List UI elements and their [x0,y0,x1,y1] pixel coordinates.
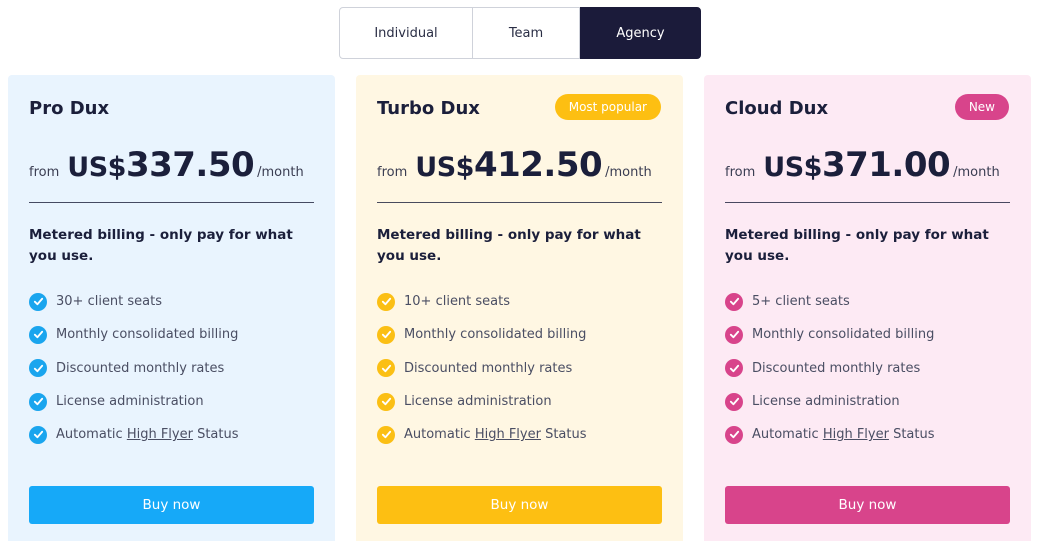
check-icon [377,359,395,378]
tab-agency[interactable]: Agency [580,7,701,59]
price-value: 337.50 [125,145,255,185]
feature-item: Monthly consolidated billing [29,318,239,351]
feature-item: License administration [725,385,935,418]
price-period: /month [953,165,1000,180]
check-icon [29,425,47,444]
check-icon [725,392,743,411]
price-row: from US$371.00 /month [725,145,1000,185]
feature-label: License administration [752,394,900,410]
buy-now-button[interactable]: Buy now [377,486,662,524]
check-icon [377,292,395,311]
feature-item: License administration [29,385,239,418]
billing-description: Metered billing - only pay for what you … [377,227,641,264]
price-row: from US$337.50 /month [29,145,304,185]
feature-item: Discounted monthly rates [725,352,935,385]
feature-item: Discounted monthly rates [377,352,587,385]
status-suffix: Status [540,427,587,443]
high-flyer-link[interactable]: High Flyer [475,427,541,442]
feature-label: License administration [404,394,552,410]
plan-card-turbo-dux: Turbo Dux Most popular from US$412.50 /m… [356,75,683,541]
feature-item: Automatic High Flyer Status [377,418,587,451]
feature-item: Monthly consolidated billing [725,318,935,351]
feature-item: Automatic High Flyer Status [725,418,935,451]
high-flyer-link[interactable]: High Flyer [823,427,889,442]
billing-description: Metered billing - only pay for what you … [725,227,989,264]
check-icon [29,359,47,378]
check-icon [725,325,743,344]
price-row: from US$412.50 /month [377,145,652,185]
buy-now-button[interactable]: Buy now [29,486,314,524]
status-prefix: Automatic [404,427,475,443]
new-badge: New [954,94,1009,120]
check-icon [377,392,395,411]
price-currency: US$ [415,152,474,183]
feature-label: Monthly consolidated billing [56,327,239,343]
status-suffix: Status [192,427,239,443]
feature-label: 10+ client seats [404,294,511,310]
plan-card-cloud-dux: Cloud Dux New from US$371.00 /month Mete… [704,75,1031,541]
feature-item: 30+ client seats [29,285,239,318]
feature-label: 5+ client seats [752,294,850,310]
price-amount: US$371.00 [763,145,950,185]
check-icon [725,425,743,444]
check-icon [29,292,47,311]
status-prefix: Automatic [56,427,127,443]
check-icon [725,359,743,378]
feature-label: Monthly consolidated billing [404,327,587,343]
feature-list: 10+ client seats Monthly consolidated bi… [377,285,587,451]
feature-item: Automatic High Flyer Status [29,418,239,451]
check-icon [377,425,395,444]
feature-label: License administration [56,394,204,410]
plan-card-pro-dux: Pro Dux from US$337.50 /month Metered bi… [8,75,335,541]
high-flyer-link[interactable]: High Flyer [127,427,193,442]
check-icon [29,325,47,344]
plan-name: Pro Dux [29,98,110,119]
tab-individual[interactable]: Individual [339,7,473,59]
price-from-label: from [29,165,60,180]
status-suffix: Status [888,427,935,443]
status-prefix: Automatic [752,427,823,443]
price-currency: US$ [67,152,126,183]
billing-description: Metered billing - only pay for what you … [29,227,293,264]
price-value: 371.00 [821,145,951,185]
tab-team[interactable]: Team [473,7,580,59]
most-popular-badge: Most popular [554,94,661,120]
price-amount: US$412.50 [415,145,602,185]
price-period: /month [605,165,652,180]
feature-label: Automatic High Flyer Status [752,427,935,442]
price-currency: US$ [763,152,822,183]
price-from-label: from [377,165,408,180]
feature-list: 5+ client seats Monthly consolidated bil… [725,285,935,451]
feature-label: Discounted monthly rates [752,360,921,376]
check-icon [29,392,47,411]
feature-item: Discounted monthly rates [29,352,239,385]
feature-label: Automatic High Flyer Status [404,427,587,442]
feature-item: 5+ client seats [725,285,935,318]
buy-now-button[interactable]: Buy now [725,486,1010,524]
plan-name: Turbo Dux [377,98,480,119]
divider [29,202,314,203]
feature-list: 30+ client seats Monthly consolidated bi… [29,285,239,451]
feature-item: 10+ client seats [377,285,587,318]
feature-label: Automatic High Flyer Status [56,427,239,442]
check-icon [377,325,395,344]
feature-label: Monthly consolidated billing [752,327,935,343]
check-icon [725,292,743,311]
feature-item: License administration [377,385,587,418]
feature-label: Discounted monthly rates [56,360,225,376]
feature-label: 30+ client seats [56,294,163,310]
price-period: /month [257,165,304,180]
price-from-label: from [725,165,756,180]
divider [377,202,662,203]
feature-label: Discounted monthly rates [404,360,573,376]
divider [725,202,1010,203]
price-amount: US$337.50 [67,145,254,185]
price-value: 412.50 [473,145,603,185]
plan-type-tabs: Individual Team Agency [339,7,701,59]
feature-item: Monthly consolidated billing [377,318,587,351]
plan-name: Cloud Dux [725,98,829,119]
